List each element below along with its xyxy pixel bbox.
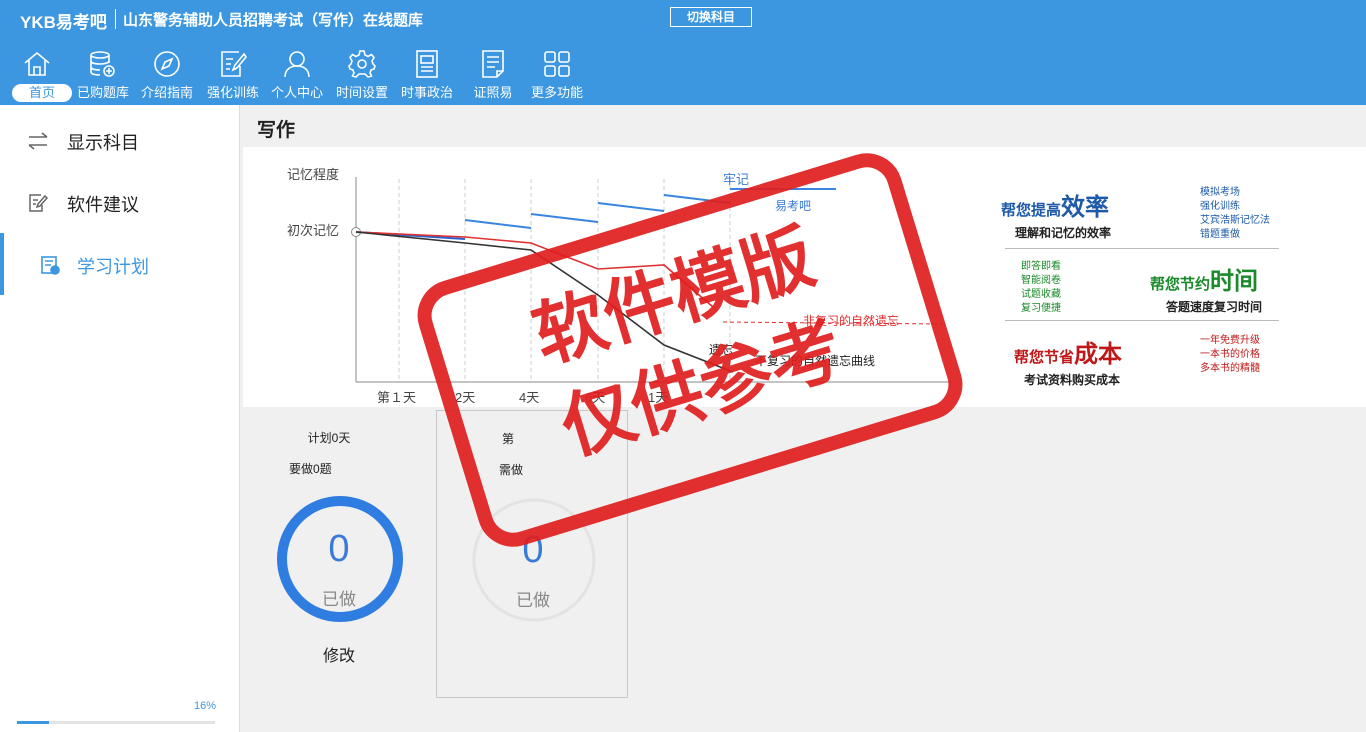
nav-guide[interactable]: 介绍指南	[134, 48, 200, 104]
sidebar-item-study-plan[interactable]: 学习计划	[0, 233, 238, 295]
nav-license[interactable]: 证照易	[460, 48, 526, 104]
promo-list-item: 试题收藏	[1021, 289, 1061, 300]
promo-list-item: 一本书的价格	[1200, 349, 1260, 360]
compass-icon	[154, 51, 180, 77]
edit-note-icon	[221, 51, 247, 77]
promo-prefix: 帮您节省	[1014, 349, 1075, 366]
switch-subject-button[interactable]: 切换科目	[670, 7, 752, 27]
app-title: 山东警务辅助人员招聘考试（写作）在线题库	[123, 12, 424, 29]
promo-cost-list: 一年免费升级 一本书的价格 多本书的精髓	[1200, 334, 1260, 376]
promo-prefix: 帮您提高	[1001, 202, 1062, 219]
promo-keyword: 时间	[1210, 268, 1259, 295]
promo-list-item: 强化训练	[1200, 201, 1240, 212]
brand-logo: YKB易考吧	[20, 13, 107, 32]
app-header: YKB易考吧 山东警务辅助人员招聘考试（写作）在线题库 切换科目 首页 已购题库…	[0, 0, 1366, 105]
y-label-memory: 记忆程度	[287, 167, 339, 182]
plan-need: 要做0题	[289, 462, 332, 476]
nav-profile[interactable]: 个人中心	[264, 48, 330, 104]
nav-time-settings[interactable]: 时间设置	[329, 48, 395, 104]
promo-cost: 帮您节省成本 考试资料购买成本	[1014, 334, 1122, 388]
review-curve-segment	[530, 213, 599, 223]
sidebar-item-feedback[interactable]: 软件建议	[0, 171, 238, 233]
promo-list-item: 复习便捷	[1021, 303, 1061, 314]
promo-list-item: 即答即看	[1021, 261, 1061, 272]
promo-keyword: 效率	[1061, 194, 1110, 221]
promo-subtitle: 考试资料购买成本	[1024, 373, 1121, 387]
swap-arrows-icon	[28, 132, 48, 150]
done-count: 0	[328, 528, 350, 570]
review-curve-segment	[597, 202, 665, 212]
promo-list-item: 错题重做	[1200, 229, 1240, 240]
progress-bar	[17, 721, 215, 724]
done-label: 已做	[322, 590, 356, 609]
y-label-initial: 初次记忆	[287, 223, 339, 238]
nav-label: 已购题库	[76, 85, 129, 100]
home-icon	[24, 51, 50, 76]
nav-label: 更多功能	[530, 85, 583, 100]
promo-list-item: 一年免费升级	[1200, 335, 1260, 346]
nav-label: 时间设置	[335, 85, 388, 100]
nav-training[interactable]: 强化训练	[200, 48, 266, 104]
edit-plan-button[interactable]: 修改	[243, 642, 435, 666]
x-tick: 第１天	[377, 390, 416, 405]
checklist-icon	[482, 50, 504, 78]
study-plan-icon	[41, 256, 60, 275]
nav-label: 首页	[12, 84, 72, 102]
label-firm: 牢记	[723, 172, 749, 187]
sidebar: 显示科目 软件建议 学习计划 16%	[0, 105, 240, 732]
promo-efficiency: 帮您提高效率 理解和记忆的效率	[1001, 187, 1111, 241]
promo-divider	[1005, 248, 1279, 249]
promo-list-item: 模拟考场	[1200, 187, 1240, 198]
page-title: 写作	[257, 120, 296, 141]
sidebar-item-label: 学习计划	[77, 257, 149, 277]
nav-label: 时事政治	[400, 85, 453, 100]
done-label: 已做	[516, 591, 550, 610]
nav-more[interactable]: 更多功能	[524, 48, 590, 104]
promo-time: 帮您节约时间 答题速度复习时间	[1150, 261, 1262, 315]
promo-keyword: 成本	[1074, 341, 1123, 368]
feedback-edit-icon	[29, 194, 49, 212]
review-curve-segment	[464, 219, 532, 229]
promo-prefix: 帮您节约	[1150, 276, 1211, 293]
promo-list-item: 艾宾浩斯记忆法	[1200, 215, 1270, 226]
nav-home[interactable]: 首页	[4, 48, 72, 104]
news-icon	[416, 50, 438, 78]
promo-divider	[1005, 320, 1279, 321]
nav-label: 介绍指南	[140, 85, 193, 100]
progress-bar-fill	[17, 721, 49, 724]
nav-politics[interactable]: 时事政治	[394, 48, 460, 104]
database-add-icon	[90, 51, 115, 77]
gear-icon	[348, 50, 376, 78]
nav-label: 个人中心	[270, 85, 323, 100]
promo-time-list: 即答即看 智能阅卷 试题收藏 复习便捷	[1021, 260, 1061, 316]
plan-card-current: 计划0天 要做0题 0 已做 修改	[243, 410, 435, 698]
promo-subtitle: 理解和记忆的效率	[1015, 226, 1112, 240]
promo-list-item: 多本书的精髓	[1200, 363, 1260, 374]
brand-divider	[115, 9, 116, 29]
sidebar-item-label: 软件建议	[67, 195, 139, 215]
sidebar-item-show-subject[interactable]: 显示科目	[0, 109, 238, 171]
promo-list-item: 智能阅卷	[1021, 275, 1061, 286]
nav-label: 强化训练	[206, 85, 259, 100]
grid-icon	[544, 51, 570, 77]
promo-subtitle: 答题速度复习时间	[1166, 300, 1263, 314]
nav-purchased[interactable]: 已购题库	[70, 48, 136, 104]
sidebar-item-label: 显示科目	[67, 133, 139, 153]
plan-day: 计划0天	[307, 431, 351, 445]
user-icon	[284, 51, 310, 78]
progress-percent: 16%	[194, 700, 217, 712]
nav-label: 证照易	[473, 85, 513, 100]
promo-efficiency-list: 模拟考场 强化训练 艾宾浩斯记忆法 错题重做	[1200, 186, 1270, 242]
